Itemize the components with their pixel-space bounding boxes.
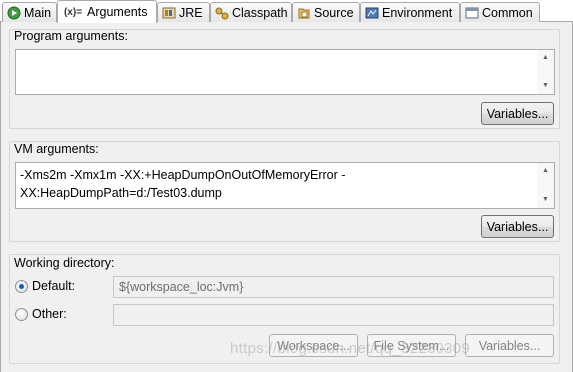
default-radio-label: Default: (32, 279, 76, 293)
default-directory-field: ${workspace_loc:Jvm} (113, 276, 554, 298)
working-directory-group: Working directory: Default: ${workspace_… (9, 254, 560, 364)
program-arguments-textarea[interactable]: ▲ ▼ (15, 49, 555, 95)
tab-label: Common (482, 5, 533, 20)
vm-arguments-line-1: -Xms2m -Xmx1m -XX:+HeapDumpOnOutOfMemory… (20, 168, 346, 182)
file-system-button[interactable]: File System... (367, 334, 456, 357)
vm-arguments-textarea[interactable]: -Xms2m -Xmx1m -XX:+HeapDumpOnOutOfMemory… (15, 162, 555, 209)
vm-arguments-scrollbar[interactable]: ▲ ▼ (537, 163, 554, 208)
tab-classpath[interactable]: Classpath (210, 2, 292, 22)
tab-label: Arguments (87, 5, 148, 19)
radio-selected-dot (19, 283, 24, 289)
tab-jre[interactable]: JRE (157, 2, 210, 22)
vm-arguments-group: VM arguments: -Xms2m -Xmx1m -XX:+HeapDum… (9, 141, 560, 242)
scroll-up-icon[interactable]: ▲ (537, 50, 554, 66)
tab-source[interactable]: Source (292, 2, 360, 22)
working-directory-variables-button[interactable]: Variables... (465, 334, 554, 357)
tab-label: Classpath (232, 5, 288, 20)
tab-label: Environment (382, 5, 453, 20)
tab-main[interactable]: Main (2, 2, 57, 22)
arguments-icon: (x)= (63, 6, 83, 18)
other-radio[interactable]: Other: (15, 307, 67, 321)
source-icon (297, 6, 311, 20)
tab-environment[interactable]: Environment (360, 2, 460, 22)
working-directory-label: Working directory: (14, 256, 115, 270)
tab-label: JRE (179, 5, 203, 20)
program-arguments-label: Program arguments: (14, 29, 128, 43)
scroll-up-icon[interactable]: ▲ (537, 163, 554, 179)
scroll-down-icon[interactable]: ▼ (537, 192, 554, 208)
program-variables-button[interactable]: Variables... (481, 102, 554, 125)
default-radio[interactable]: Default: (15, 279, 75, 293)
default-radio-button[interactable] (15, 279, 28, 293)
arguments-panel: Program arguments: ▲ ▼ Variables... VM a… (0, 22, 573, 372)
other-radio-button[interactable] (15, 307, 28, 321)
tab-label: Main (24, 5, 52, 20)
other-directory-field (113, 304, 554, 326)
vm-arguments-line-2: XX:HeapDumpPath=d:/Test03.dump (20, 186, 222, 200)
classpath-icon (215, 6, 229, 20)
tab-arguments[interactable]: (x)= Arguments (57, 0, 157, 23)
tab-label: Source (314, 5, 354, 20)
tab-common[interactable]: Common (460, 2, 540, 22)
main-icon (7, 6, 21, 20)
vm-variables-button[interactable]: Variables... (481, 215, 554, 238)
program-arguments-scrollbar[interactable]: ▲ ▼ (537, 50, 554, 94)
workspace-button[interactable]: Workspace... (269, 334, 358, 357)
environment-icon (365, 6, 379, 20)
program-arguments-group: Program arguments: ▲ ▼ Variables... (9, 29, 560, 129)
other-radio-label: Other: (32, 307, 67, 321)
scroll-down-icon[interactable]: ▼ (537, 78, 554, 94)
launch-config-tabs: Main (x)= Arguments JRE Classpath Source… (0, 0, 573, 23)
vm-arguments-label: VM arguments: (14, 142, 99, 156)
common-icon (465, 6, 479, 20)
jre-icon (162, 6, 176, 20)
